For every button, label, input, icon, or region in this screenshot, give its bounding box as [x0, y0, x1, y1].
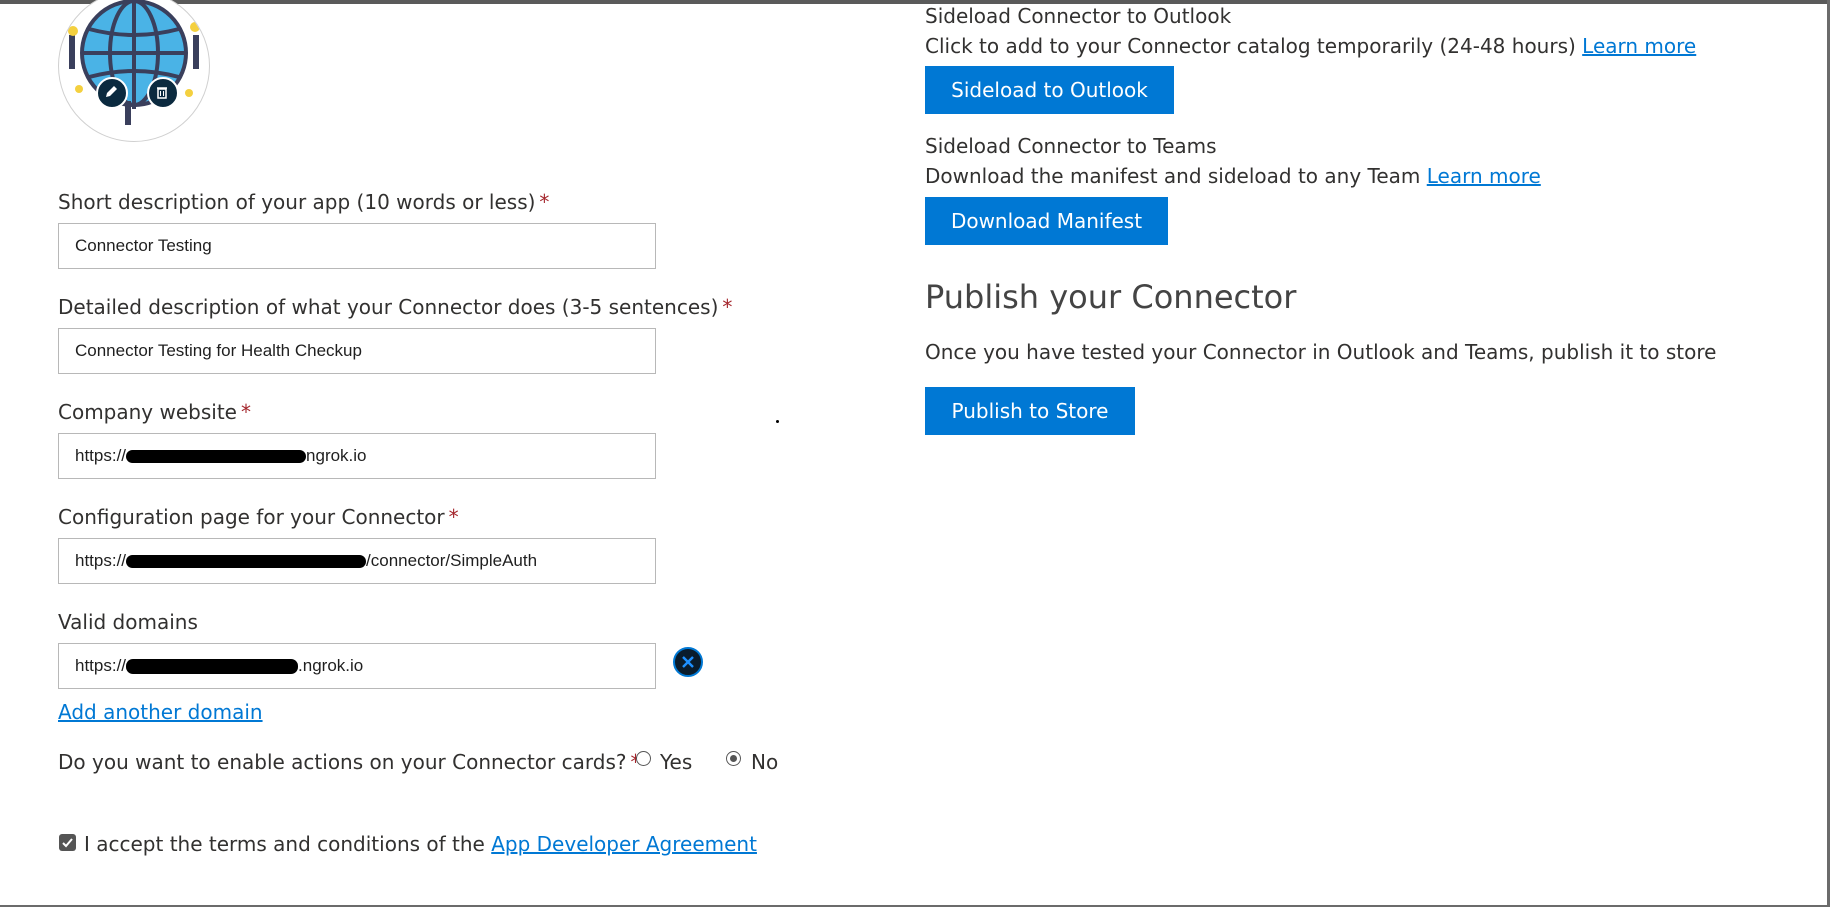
- sideload-teams-description-text: Download the manifest and sideload to an…: [925, 164, 1421, 188]
- required-marker: *: [448, 505, 459, 529]
- detailed-description-input[interactable]: Connector Testing for Health Checkup: [58, 328, 656, 374]
- app-icon-preview: [58, 0, 210, 142]
- trash-icon: [157, 87, 167, 99]
- company-website-label-text: Company website: [58, 400, 237, 424]
- short-description-value: Connector Testing: [75, 236, 212, 255]
- window-top-border: [0, 0, 1830, 4]
- redacted-region: [126, 658, 299, 674]
- redacted-region: [126, 449, 307, 463]
- publish-heading: Publish your Connector: [925, 278, 1297, 316]
- remove-domain-button[interactable]: [673, 647, 703, 677]
- radio-no[interactable]: [726, 751, 741, 766]
- sideload-teams-title: Sideload Connector to Teams: [925, 134, 1217, 158]
- url-prefix: https://: [75, 446, 127, 465]
- actions-question-text: Do you want to enable actions on your Co…: [58, 750, 627, 774]
- terms-text: I accept the terms and conditions of the…: [84, 832, 757, 856]
- configuration-page-label: Configuration page for your Connector *: [58, 505, 459, 529]
- redacted-region: [126, 554, 367, 568]
- valid-domains-label-text: Valid domains: [58, 610, 198, 634]
- publish-description: Once you have tested your Connector in O…: [925, 340, 1717, 364]
- company-website-input[interactable]: https:// ngrok.io: [58, 433, 656, 479]
- detailed-description-label: Detailed description of what your Connec…: [58, 295, 732, 319]
- url-prefix: https://: [75, 551, 127, 570]
- close-icon: [682, 656, 694, 668]
- url-suffix: ngrok.io: [306, 446, 367, 465]
- sideload-teams-learn-more-link[interactable]: Learn more: [1427, 164, 1541, 188]
- url-suffix: .ngrok.io: [298, 656, 364, 675]
- short-description-input[interactable]: Connector Testing: [58, 223, 656, 269]
- required-marker: *: [539, 190, 550, 214]
- url-prefix: https://: [75, 656, 127, 675]
- edit-icon-button[interactable]: [96, 77, 128, 109]
- sideload-teams-description: Download the manifest and sideload to an…: [925, 164, 1541, 188]
- required-marker: *: [240, 400, 251, 424]
- short-description-label: Short description of your app (10 words …: [58, 190, 549, 214]
- detailed-description-value: Connector Testing for Health Checkup: [75, 341, 362, 360]
- sideload-outlook-learn-more-link[interactable]: Learn more: [1582, 34, 1696, 58]
- globe-icon: [68, 0, 200, 125]
- sideload-outlook-title: Sideload Connector to Outlook: [925, 4, 1232, 28]
- radio-no-label[interactable]: No: [751, 750, 778, 774]
- sideload-outlook-description-text: Click to add to your Connector catalog t…: [925, 34, 1576, 58]
- pencil-icon: [106, 86, 117, 97]
- configuration-page-input[interactable]: https:// /connector/SimpleAuth: [58, 538, 656, 584]
- terms-checkbox[interactable]: [59, 834, 76, 851]
- valid-domain-input[interactable]: https:// .ngrok.io: [58, 643, 656, 689]
- radio-yes[interactable]: [636, 751, 651, 766]
- configuration-page-label-text: Configuration page for your Connector: [58, 505, 445, 529]
- url-suffix: /connector/SimpleAuth: [366, 551, 538, 570]
- company-website-label: Company website *: [58, 400, 251, 424]
- delete-icon-button[interactable]: [147, 77, 179, 109]
- checkmark-icon: [62, 838, 73, 848]
- download-manifest-button[interactable]: Download Manifest: [925, 197, 1168, 245]
- valid-domains-label: Valid domains: [58, 610, 198, 634]
- short-description-label-text: Short description of your app (10 words …: [58, 190, 536, 214]
- detailed-description-label-text: Detailed description of what your Connec…: [58, 295, 719, 319]
- sideload-to-outlook-button[interactable]: Sideload to Outlook: [925, 66, 1174, 114]
- cursor-dot: [776, 420, 779, 423]
- terms-label: I accept the terms and conditions of the: [84, 832, 485, 856]
- sideload-outlook-description: Click to add to your Connector catalog t…: [925, 34, 1696, 58]
- add-another-domain-link[interactable]: Add another domain: [58, 700, 263, 724]
- app-developer-agreement-link[interactable]: App Developer Agreement: [491, 832, 757, 856]
- publish-to-store-button[interactable]: Publish to Store: [925, 387, 1135, 435]
- radio-yes-label[interactable]: Yes: [660, 750, 692, 774]
- required-marker: *: [722, 295, 733, 319]
- actions-question: Do you want to enable actions on your Co…: [58, 750, 640, 774]
